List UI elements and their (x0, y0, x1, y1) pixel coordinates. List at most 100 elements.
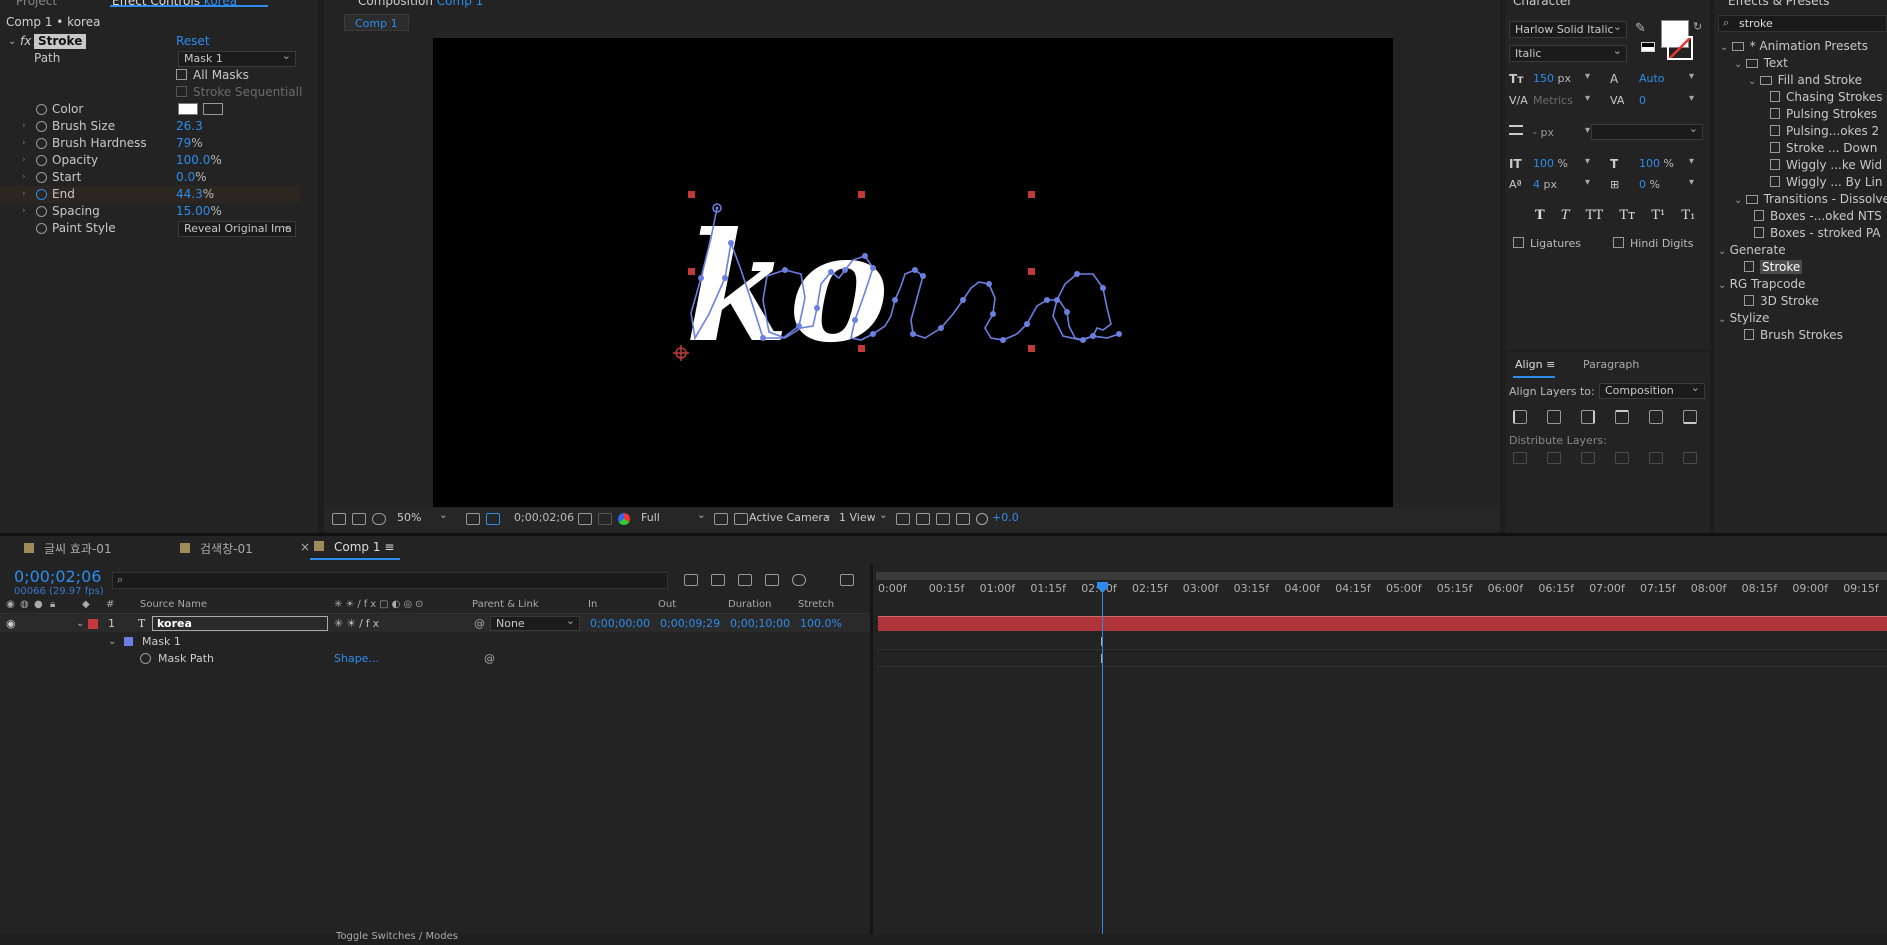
toggle-switches-modes-button[interactable]: Toggle Switches / Modes (336, 931, 458, 942)
panel-menu-icon[interactable]: ≡ (384, 540, 394, 554)
distribute-top-icon[interactable] (1513, 452, 1527, 464)
stroke-sequentially-checkbox[interactable]: Stroke Sequentiall (176, 84, 302, 101)
stroke-width-dropdown-icon[interactable]: ▾ (1585, 125, 1590, 136)
param-value[interactable]: 100.0 (176, 153, 210, 167)
stopwatch-icon[interactable] (36, 223, 47, 234)
zoom-dropdown[interactable]: 50% (392, 511, 452, 527)
resolution-dropdown[interactable]: Full (636, 511, 710, 527)
tab-paragraph[interactable]: Paragraph (1583, 358, 1639, 371)
timeline-search-input[interactable]: ⌕ (112, 572, 668, 589)
tsume-value[interactable]: 0 (1639, 178, 1646, 191)
pick-whip-icon[interactable]: @ (474, 615, 485, 632)
exposure-reset-icon[interactable] (976, 513, 988, 525)
effects-tree-item[interactable]: ⌄ RG Trapcode (1718, 276, 1805, 293)
effects-tree-item[interactable]: Boxes - stroked PA (1754, 225, 1881, 242)
effects-search-input[interactable]: stroke (1739, 17, 1773, 30)
default-colors-icon[interactable] (1641, 42, 1655, 52)
effects-tree-item[interactable]: Stroke ... Down (1770, 140, 1877, 157)
baseline-shift-value[interactable]: 4 (1533, 178, 1540, 191)
label-icon[interactable]: ◆ (82, 599, 90, 610)
layer-duration-bar[interactable] (878, 616, 1887, 631)
mask-color-icon[interactable] (124, 637, 133, 646)
effects-tree-item[interactable]: Brush Strokes (1744, 327, 1843, 344)
effects-search-box[interactable]: ⌕ stroke (1718, 15, 1887, 32)
effects-tree-item[interactable]: Wiggly ... By Lin (1770, 174, 1882, 191)
align-vertical-center-icon[interactable] (1649, 410, 1663, 424)
tsume-dropdown-icon[interactable]: ▾ (1689, 177, 1694, 188)
duration-header[interactable]: Duration (728, 599, 771, 610)
expand-chevron-icon[interactable]: ⌄ (1734, 195, 1746, 206)
eyedropper-icon[interactable]: ✎ (1635, 21, 1649, 37)
solo-icon[interactable]: ● (34, 599, 43, 610)
color-channels-icon[interactable] (618, 513, 630, 525)
layer-in-point[interactable]: 0;00;00;00 (590, 615, 650, 632)
effects-tree-item[interactable]: ⌄ Text (1734, 55, 1788, 72)
timeline-tab-0[interactable]: 글씨 효과-01 (24, 540, 112, 557)
stopwatch-icon[interactable] (140, 653, 151, 664)
align-left-icon[interactable] (1513, 410, 1527, 424)
work-area-bar[interactable] (876, 572, 1887, 580)
effects-tree-item[interactable]: 3D Stroke (1744, 293, 1819, 310)
timeline-current-time[interactable]: 0;00;02;06 (14, 567, 101, 586)
param-value[interactable]: 26.3 (176, 118, 203, 135)
align-horizontal-center-icon[interactable] (1547, 410, 1561, 424)
layer-switches[interactable]: ✳☀∕fx (334, 615, 382, 632)
grid-icon[interactable] (466, 513, 480, 525)
expand-chevron-icon[interactable]: ⌄ (76, 615, 84, 632)
tracking-dropdown-icon[interactable]: ▾ (1689, 93, 1694, 104)
param-value[interactable]: 79 (176, 136, 191, 150)
param-value[interactable]: 15.00 (176, 204, 210, 218)
effect-header-row[interactable]: ⌄ fx Stroke Reset (0, 33, 300, 50)
motion-blur-icon[interactable] (792, 574, 806, 586)
expand-chevron-icon[interactable]: ⌄ (1718, 314, 1730, 325)
effects-tree-item[interactable]: Pulsing Strokes (1770, 106, 1877, 123)
paint-style-dropdown[interactable]: Reveal Original Ima (178, 221, 296, 237)
toggle-pixel-aspect-icon[interactable] (896, 513, 910, 525)
source-name-header[interactable]: Source Name (140, 599, 207, 610)
monitor-icon[interactable] (352, 513, 366, 525)
font-size-value[interactable]: 150 (1533, 72, 1554, 85)
faux-bold-button[interactable]: T (1535, 208, 1545, 223)
timeline-mask-row[interactable]: ⌄ Mask 1 (0, 633, 870, 650)
all-masks-checkbox[interactable]: All Masks (176, 67, 249, 84)
param-value[interactable]: 44.3 (176, 187, 203, 201)
effects-tree-item[interactable]: ⌄ Fill and Stroke (1748, 72, 1862, 89)
expand-chevron-icon[interactable]: ⌄ (1720, 42, 1732, 53)
distribute-bottom-icon[interactable] (1581, 452, 1595, 464)
superscript-button[interactable]: T¹ (1651, 208, 1665, 223)
stopwatch-icon[interactable] (36, 155, 47, 166)
out-header[interactable]: Out (658, 599, 676, 610)
graph-editor-icon[interactable] (840, 574, 854, 586)
baseline-shift-dropdown-icon[interactable]: ▾ (1585, 177, 1590, 188)
param-value[interactable]: 0.0 (176, 170, 195, 184)
layer-name-field[interactable]: korea (152, 616, 328, 631)
shy-layers-icon[interactable] (738, 574, 752, 586)
horizontal-scale-dropdown-icon[interactable]: ▾ (1689, 156, 1694, 167)
mask-name[interactable]: Mask 1 (142, 633, 181, 650)
timeline-tab-close[interactable]: × (300, 540, 310, 554)
korea-text-layer[interactable]: ko (433, 38, 1393, 507)
parent-dropdown[interactable]: None (490, 616, 580, 631)
tracking-value[interactable]: 0 (1639, 94, 1646, 107)
horizontal-scale-value[interactable]: 100 (1639, 157, 1660, 170)
layer-out-point[interactable]: 0;00;09;29 (660, 615, 720, 632)
camera-dropdown[interactable]: Active Camera (744, 511, 836, 527)
font-size-dropdown-icon[interactable]: ▾ (1585, 71, 1590, 82)
effects-tree-item[interactable]: Wiggly ...ke Wid (1770, 157, 1882, 174)
show-snapshot-icon[interactable] (598, 513, 612, 525)
expand-chevron-icon[interactable]: ⌄ (1718, 280, 1730, 291)
leading-dropdown-icon[interactable]: ▾ (1689, 71, 1694, 82)
camera-snapshot-icon[interactable] (578, 513, 592, 525)
effects-tree-item[interactable]: ⌄ Generate (1718, 242, 1786, 259)
path-dropdown[interactable]: Mask 1 (178, 51, 296, 67)
stopwatch-icon[interactable] (36, 206, 47, 217)
exposure-value[interactable]: +0.0 (992, 511, 1019, 524)
character-tab[interactable]: Character (1513, 0, 1572, 8)
font-family-dropdown[interactable]: Harlow Solid Italic (1509, 21, 1627, 38)
stopwatch-icon[interactable] (36, 104, 47, 115)
tsume-field[interactable]: 0 % (1639, 178, 1660, 191)
kerning-value[interactable]: Metrics (1533, 94, 1573, 107)
stopwatch-icon[interactable] (36, 172, 47, 183)
mask-path-value[interactable]: Shape... (334, 650, 379, 667)
kerning-dropdown-icon[interactable]: ▾ (1585, 93, 1590, 104)
